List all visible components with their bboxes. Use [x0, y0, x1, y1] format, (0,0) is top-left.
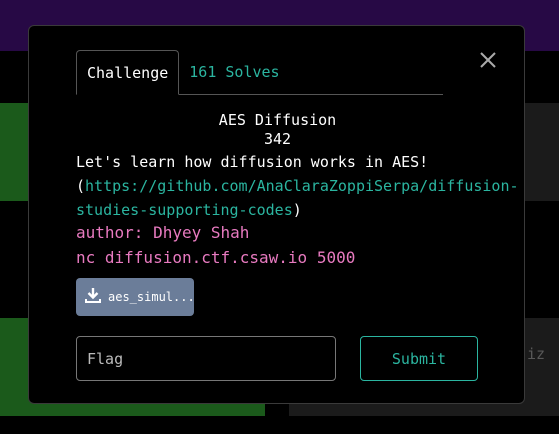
challenge-connection: nc diffusion.ctf.csaw.io 5000	[76, 248, 356, 267]
link-close-paren: )	[292, 201, 302, 219]
challenge-points: 342	[263, 130, 292, 148]
challenge-modal: Challenge 161 Solves AES Diffusion 342 L…	[28, 25, 525, 404]
tab-challenge[interactable]: Challenge	[76, 50, 180, 95]
download-icon	[85, 287, 101, 307]
link-open-paren: (	[76, 177, 86, 195]
download-file-label: aes_simul...	[108, 290, 195, 304]
close-icon[interactable]	[478, 50, 498, 70]
description-link-line: (https://github.com/AnaClaraZoppiSerpa/d…	[76, 174, 519, 222]
challenge-title: AES Diffusion	[218, 111, 337, 129]
submit-button[interactable]: Submit	[360, 336, 478, 381]
flag-input[interactable]	[76, 336, 336, 381]
challenge-author: author: Dhyey Shah	[76, 223, 250, 242]
download-file-button[interactable]: aes_simul...	[76, 278, 195, 316]
description-intro: Let's learn how diffusion works in AES!	[76, 153, 429, 171]
modal-tabs: Challenge 161 Solves	[76, 49, 443, 95]
challenge-description: Let's learn how diffusion works in AES! …	[76, 150, 519, 222]
tab-solves[interactable]: 161 Solves	[179, 50, 289, 94]
